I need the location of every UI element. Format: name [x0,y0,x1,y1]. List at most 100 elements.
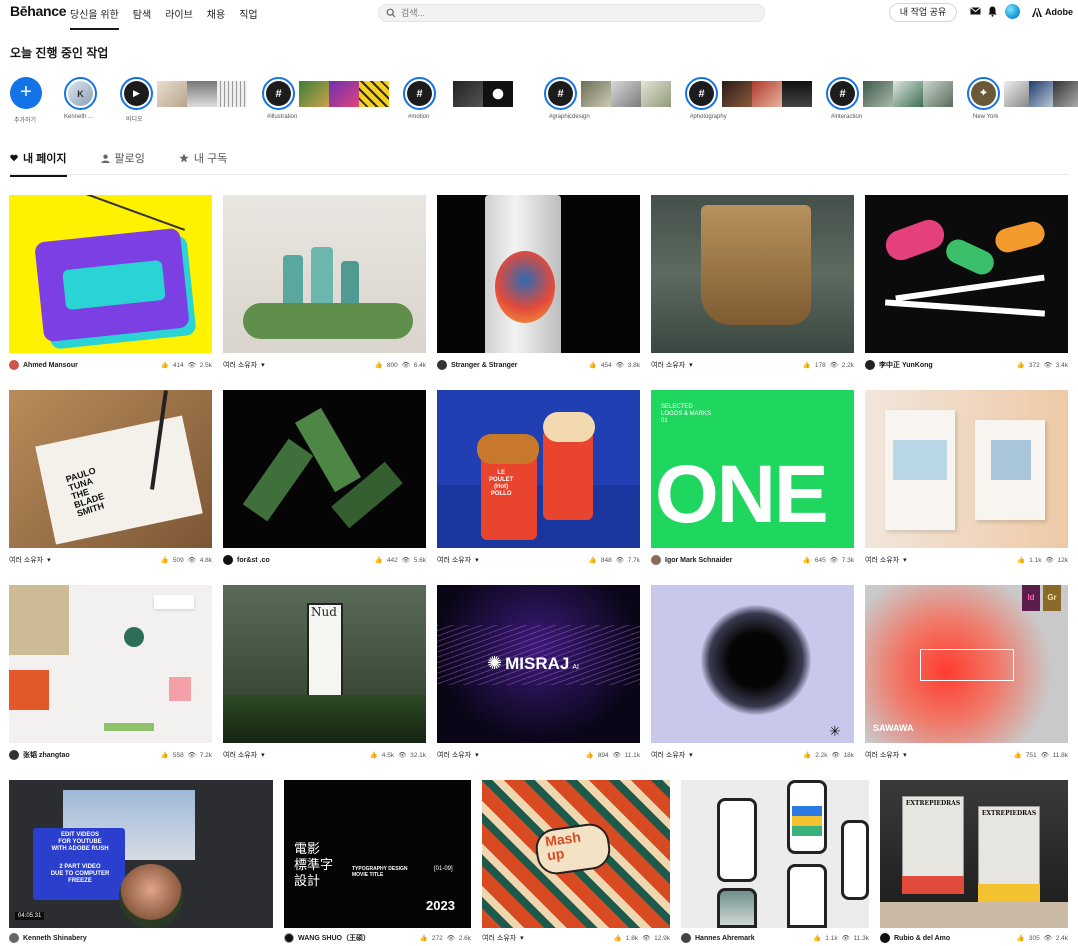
owner-link[interactable]: 李中正 YunKong [865,360,933,370]
project-thumbnail[interactable]: Nud [223,585,426,743]
bell-icon[interactable] [988,6,997,17]
search-input[interactable] [401,6,741,20]
graphic-badge: Gr [1043,585,1061,611]
nav-jobs[interactable]: 직업 [239,6,257,30]
owner-name: 여러 소유자 [651,362,686,369]
project-stats: 👍 558 👁 7.2k [160,751,212,760]
adobe-link[interactable]: Adobe [1032,7,1073,17]
like-count: 305 [1028,934,1040,942]
story-avatar: # [826,77,859,110]
owner-link[interactable]: 여러 소유자 ▾ [437,555,479,565]
project-thumbnail[interactable]: ✳ [651,585,854,743]
project-thumbnail[interactable]: Id Gr SAWAWA [865,585,1068,743]
view-count: 4.8k [199,556,212,564]
eye-icon: 👁 [1043,935,1052,942]
project-thumbnail[interactable] [437,195,640,353]
owner-link[interactable]: 여러 소유자 ▾ [223,360,265,370]
project-stats: 👍 645 👁 7.3k [803,556,854,565]
owner-name: 여러 소유자 [865,557,900,564]
tab-following[interactable]: 팔로잉 [100,150,145,176]
project-thumbnail[interactable] [223,195,426,353]
project-thumbnail[interactable]: EXTREPIEDRAS EXTREPIEDRAS [880,780,1068,928]
thumbnail-text: EXTREPIEDRAS [905,800,961,807]
owner-link[interactable]: for&st .co [223,555,270,565]
story-avatar: ⌖ [967,77,1000,110]
project-meta: 张韬 zhangtao 👍 558 👁 7.2k [9,750,212,760]
eye-icon: 👁 [612,752,621,759]
project-thumbnail[interactable]: Mash up [482,780,670,928]
thumbs-up-icon: 👍 [369,752,378,759]
owner-link[interactable]: 여러 소유자 ▾ [223,750,265,760]
story-avatar: # [685,77,718,110]
owner-link[interactable]: Kenneth Shinabery [9,933,87,943]
like-count: 751 [1025,751,1037,759]
project-thumbnail[interactable] [9,195,212,353]
owner-avatar [223,555,233,565]
thumbs-up-icon: 👍 [374,557,383,564]
project-thumbnail[interactable] [681,780,869,928]
thumbnail-text: SAWAWA [873,723,914,733]
project-thumbnail[interactable]: SELECTED LOGOS & MARKS 01 ONE [651,390,854,548]
thumbs-up-icon: 👍 [374,362,383,369]
tab-my-page[interactable]: 내 페이지 [10,150,67,177]
behance-logo[interactable]: Bēhance [10,3,67,19]
search-bar[interactable] [378,4,765,22]
tab-subscriptions[interactable]: 내 구독 [179,150,227,176]
project-thumbnail[interactable]: PAULO TUNA THE BLADE SMITH [9,390,212,548]
owner-link[interactable]: 여러 소유자 ▾ [437,750,479,760]
owner-link[interactable]: 张韬 zhangtao [9,750,70,760]
thumbs-up-icon: 👍 [588,362,597,369]
add-story-button[interactable]: + [10,77,42,109]
nav-live[interactable]: 라이브 [165,6,193,30]
owner-link[interactable]: WANG SHUO（王硕） [284,933,370,943]
project-stats: 👍 848 👁 7.7k [589,556,640,565]
project-thumbnail[interactable] [223,390,426,548]
nav-for-you[interactable]: 당신을 위한 [70,6,119,30]
share-work-button[interactable]: 내 작업 공유 [889,3,957,22]
thumbnail-text: 2023 [426,898,455,913]
owner-link[interactable]: 여러 소유자 ▾ [865,750,907,760]
thumbs-up-icon: 👍 [160,752,169,759]
owner-name: Rubio & del Amo [894,934,951,942]
like-count: 800 [386,361,398,369]
owner-link[interactable]: Ahmed Mansour [9,360,78,370]
owner-link[interactable]: Stranger & Stranger [437,360,518,370]
owner-link[interactable]: Rubio & del Amo [880,933,950,943]
story-thumbnails [863,81,953,107]
today-section-title: 오늘 진행 중인 작업 [10,46,109,60]
thumbnail-text: AI [572,664,579,671]
owner-link[interactable]: 여러 소유자 ▾ [651,360,693,370]
view-count: 18k [843,751,854,759]
project-thumbnail[interactable] [9,585,212,743]
owner-link[interactable]: Igor Mark Schnaider [651,555,732,565]
owner-avatar [880,933,890,943]
nav-hire[interactable]: 채용 [207,6,225,30]
owner-link[interactable]: 여러 소유자 ▾ [651,750,693,760]
profile-avatar[interactable] [1005,4,1020,19]
project-stats: 👍 442 👁 5.6k [374,556,426,565]
nav-explore[interactable]: 탐색 [133,6,151,30]
eye-icon: 👁 [831,752,840,759]
owner-link[interactable]: 여러 소유자 ▾ [482,933,524,943]
main-nav: 당신을 위한 탐색 라이브 채용 직업 [70,6,258,30]
project-thumbnail[interactable]: ✺ MISRAJ AI [437,585,640,743]
owner-avatar [681,933,691,943]
thumbs-up-icon: 👍 [585,752,594,759]
owner-name: 여러 소유자 [437,752,472,759]
project-meta: Rubio & del Amo 👍 305 👁 2.4k [880,933,1068,943]
owner-link[interactable]: 여러 소유자 ▾ [9,555,51,565]
owner-link[interactable]: Hannes Ahremark [681,933,755,943]
project-stats: 👍 272 👁 2.6k [420,934,471,943]
project-thumbnail[interactable] [865,195,1068,353]
project-thumbnail[interactable]: 電影 標準字 設計 TYPOGRAPHY DESIGN MOVIE TITLE … [284,780,471,928]
mail-icon[interactable] [970,6,981,16]
project-thumbnail[interactable]: EDIT VIDEOS FOR YOUTUBE WITH ADOBE RUSH … [9,780,273,928]
story-label: #graphicdesign [549,114,590,120]
project-thumbnail[interactable] [651,195,854,353]
project-thumbnail[interactable]: LE POULET (Hot) POLLO [437,390,640,548]
owner-link[interactable]: 여러 소유자 ▾ [865,555,907,565]
owner-name: Kenneth Shinabery [23,934,87,942]
project-thumbnail[interactable] [865,390,1068,548]
chevron-down-icon: ▾ [903,557,907,564]
eye-icon: 👁 [829,362,838,369]
